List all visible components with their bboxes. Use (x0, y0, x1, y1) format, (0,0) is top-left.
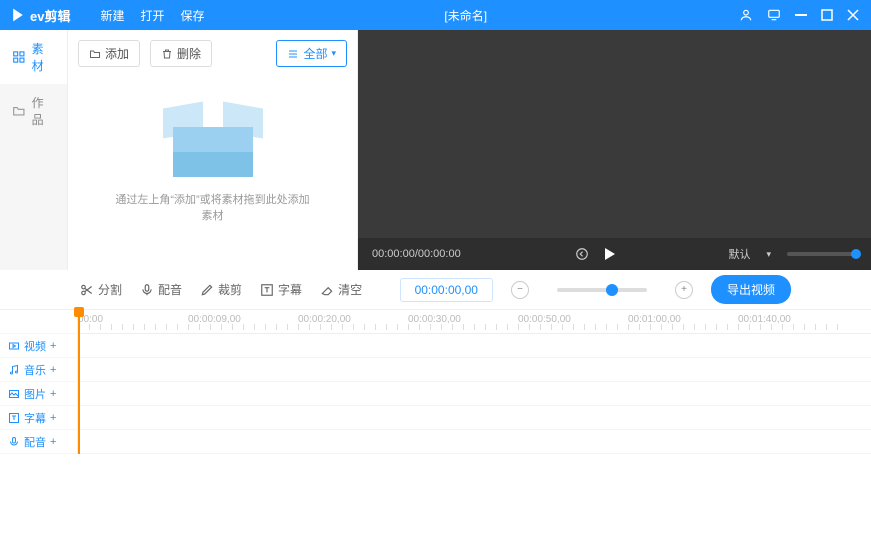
export-button[interactable]: 导出视频 (711, 275, 791, 304)
track-row[interactable] (78, 406, 871, 430)
feedback-icon[interactable] (767, 8, 781, 22)
zoom-out-button[interactable]: − (511, 281, 529, 299)
voice-button[interactable]: 配音 (140, 281, 182, 298)
split-button[interactable]: 分割 (80, 281, 122, 298)
tab-label: 作品 (32, 94, 55, 128)
titlebar: ev剪辑 新建 打开 保存 [未命名] (0, 0, 871, 30)
track-voice[interactable]: 配音+ (0, 430, 77, 454)
empty-hint: 通过左上角“添加”或将素材拖到此处添加素材 (113, 191, 313, 223)
maximize-icon[interactable] (821, 9, 833, 21)
eraser-icon (320, 283, 334, 297)
window-controls (727, 8, 871, 22)
plus-icon: + (50, 388, 56, 400)
preview-area: 00:00:00/00:00:00 默认 ▾ (358, 30, 871, 270)
list-icon (287, 48, 299, 60)
side-tabs: 素材 作品 (0, 30, 68, 270)
text-icon (8, 412, 20, 424)
folder-add-icon (89, 48, 101, 60)
folder-icon (12, 104, 26, 118)
menu-save[interactable]: 保存 (181, 7, 205, 24)
zoom-in-button[interactable]: + (675, 281, 693, 299)
video-icon (8, 340, 20, 352)
preview-screen[interactable] (358, 30, 871, 238)
user-icon[interactable] (739, 8, 753, 22)
top-area: 素材 作品 添加 删除 全部 ▾ (0, 30, 871, 270)
tab-label: 素材 (32, 40, 55, 74)
mic-icon (8, 436, 20, 448)
zoom-slider[interactable] (787, 252, 857, 256)
plus-icon: + (50, 412, 56, 424)
time-ruler[interactable]: 00:00 00:00:09,00 00:00:20,00 00:00:30,0… (78, 310, 871, 334)
track-row[interactable] (78, 358, 871, 382)
timeline: 视频+ 音乐+ 图片+ 字幕+ 配音+ 00:00 00:00:09,00 00… (0, 310, 871, 454)
mic-icon (140, 283, 154, 297)
track-image[interactable]: 图片+ (0, 382, 77, 406)
chevron-down-icon: ▾ (766, 249, 771, 260)
add-button[interactable]: 添加 (78, 40, 140, 67)
track-row[interactable] (78, 430, 871, 454)
track-headers: 视频+ 音乐+ 图片+ 字幕+ 配音+ (0, 310, 78, 454)
image-icon (8, 388, 20, 400)
track-subtitle[interactable]: 字幕+ (0, 406, 77, 430)
box-illustration (163, 97, 263, 177)
scissors-icon (80, 283, 94, 297)
delete-button[interactable]: 删除 (150, 40, 212, 67)
menu-open[interactable]: 打开 (140, 7, 164, 24)
playhead[interactable] (78, 310, 80, 454)
grid-icon (12, 50, 26, 64)
play-icon (10, 7, 26, 23)
play-button[interactable] (605, 248, 615, 260)
music-icon (8, 364, 20, 376)
chevron-down-icon: ▾ (331, 48, 336, 59)
empty-state: 通过左上角“添加”或将素材拖到此处添加素材 (113, 97, 313, 223)
minimize-icon[interactable] (795, 14, 807, 16)
menu-new[interactable]: 新建 (100, 7, 124, 24)
plus-icon: + (50, 364, 56, 376)
edit-toolbar: 分割 配音 裁剪 字幕 清空 00:00:00,00 − + 导出视频 (0, 270, 871, 310)
clear-button[interactable]: 清空 (320, 281, 362, 298)
tab-media[interactable]: 素材 (0, 30, 67, 84)
brand-text: ev剪辑 (30, 6, 70, 25)
tab-works[interactable]: 作品 (0, 84, 67, 138)
track-row[interactable] (78, 334, 871, 358)
ruler-spacer (0, 310, 77, 334)
track-music[interactable]: 音乐+ (0, 358, 77, 382)
media-panel: 添加 删除 全部 ▾ 通过左上角“添加”或将素材拖到此处添加素材 (68, 30, 358, 270)
quality-label[interactable]: 默认 (728, 246, 750, 262)
preview-timecode: 00:00:00/00:00:00 (372, 248, 461, 260)
filter-dropdown[interactable]: 全部 ▾ (276, 40, 347, 67)
close-icon[interactable] (847, 9, 859, 21)
panel-toolbar: 添加 删除 全部 ▾ (78, 40, 347, 67)
crop-button[interactable]: 裁剪 (200, 281, 242, 298)
preview-controls: 00:00:00/00:00:00 默认 ▾ (358, 238, 871, 270)
app-logo: ev剪辑 (0, 6, 80, 25)
track-area[interactable]: 00:00 00:00:09,00 00:00:20,00 00:00:30,0… (78, 310, 871, 454)
plus-icon: + (50, 340, 56, 352)
track-video[interactable]: 视频+ (0, 334, 77, 358)
plus-icon: + (50, 436, 56, 448)
pencil-icon (200, 283, 214, 297)
main-menu: 新建 打开 保存 (100, 7, 204, 24)
document-title: [未命名] (205, 7, 727, 24)
prev-frame-icon[interactable] (575, 247, 589, 261)
track-row[interactable] (78, 382, 871, 406)
subtitle-button[interactable]: 字幕 (260, 281, 302, 298)
timeline-timecode[interactable]: 00:00:00,00 (400, 278, 493, 302)
trash-icon (161, 48, 173, 60)
timeline-zoom-slider[interactable] (557, 288, 647, 292)
text-icon (260, 283, 274, 297)
